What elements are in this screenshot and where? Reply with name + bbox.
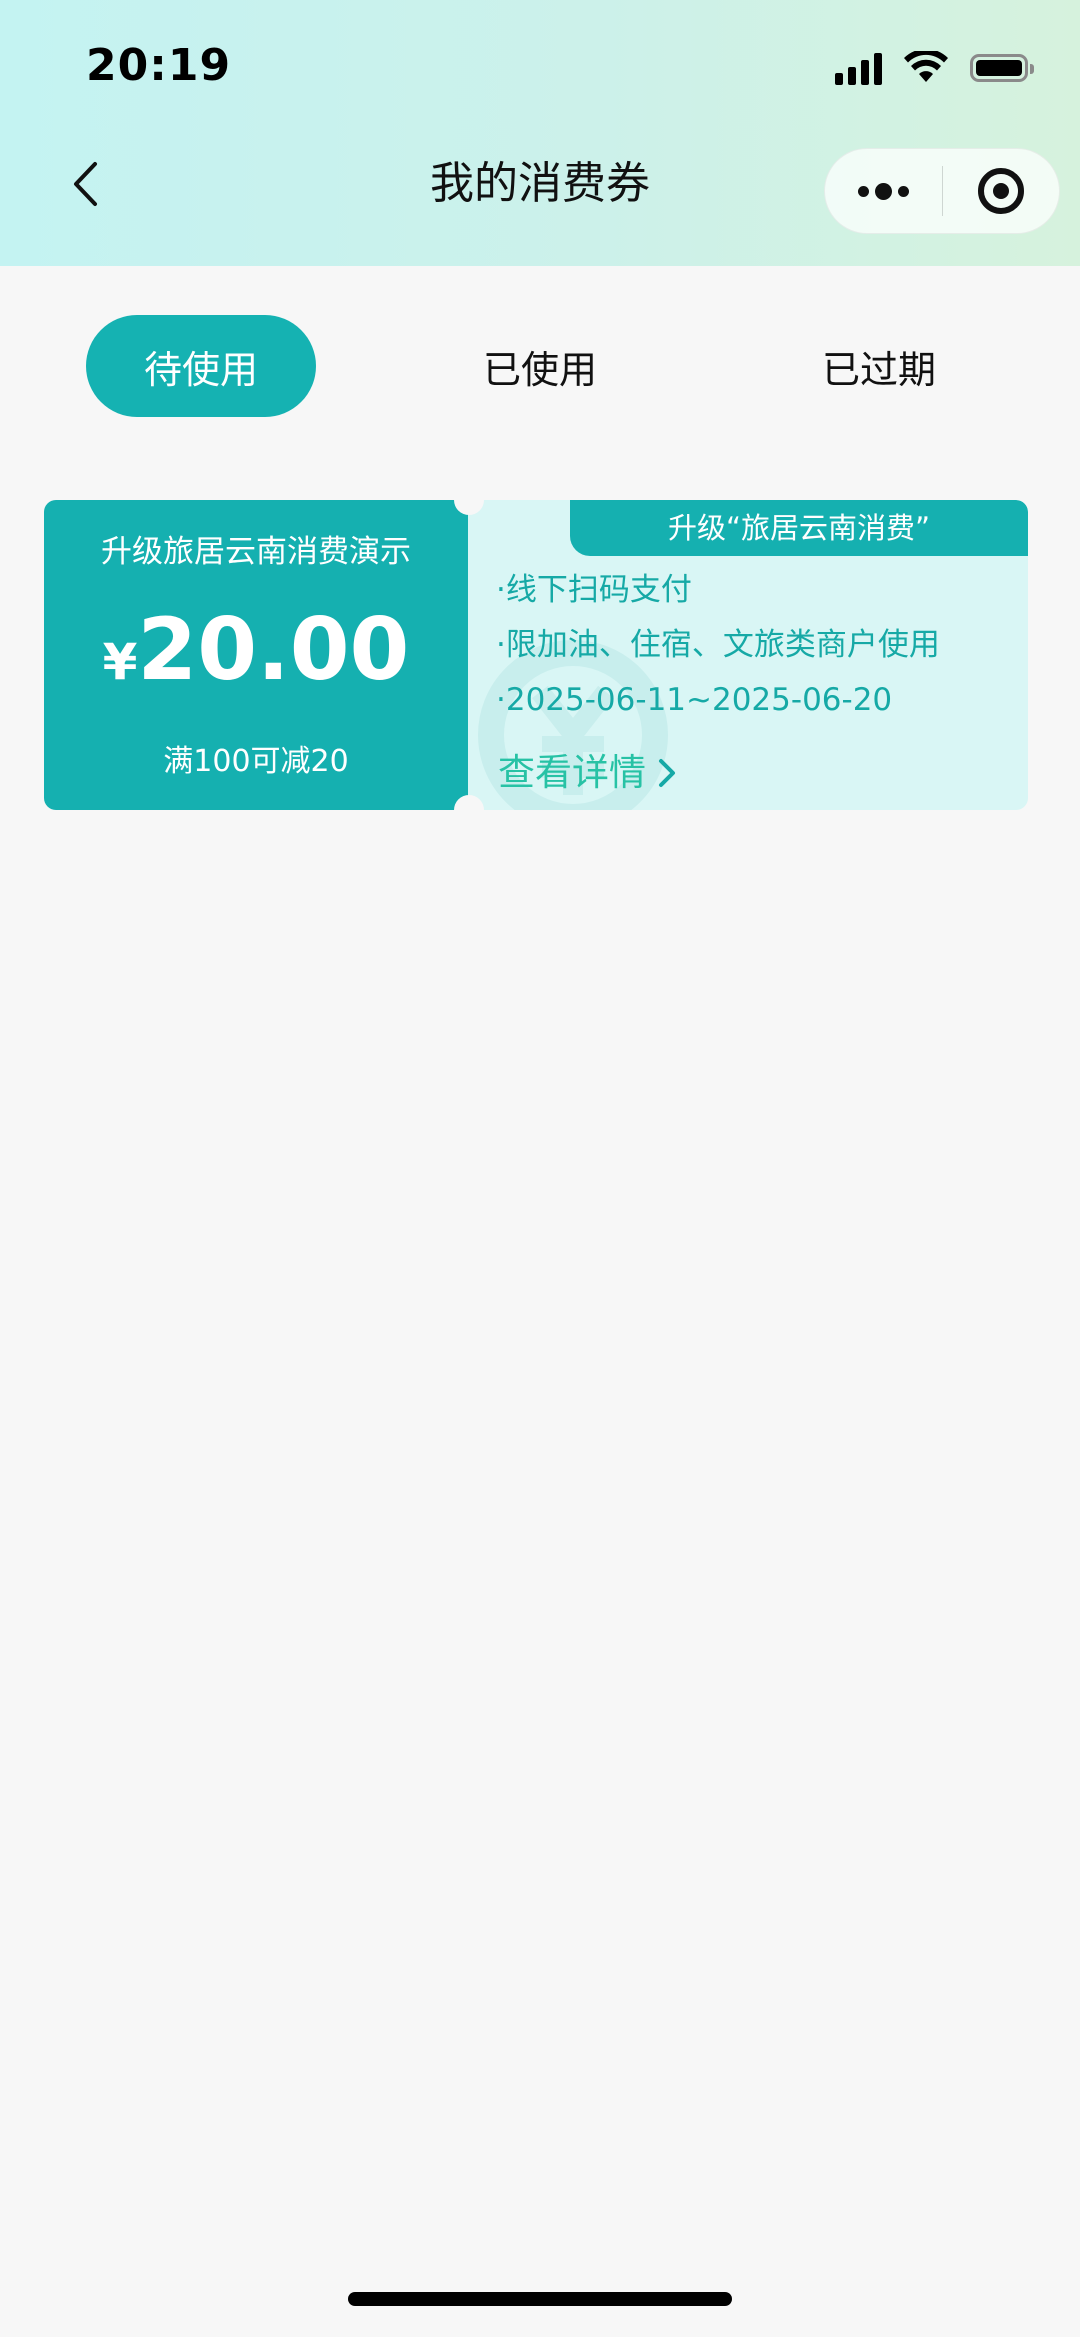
- ticket-notch: [454, 795, 484, 825]
- close-button[interactable]: [943, 148, 1060, 234]
- tab-label: 已过期: [821, 347, 936, 392]
- tab-unused[interactable]: 待使用: [86, 315, 316, 417]
- details-label: 查看详情: [498, 751, 646, 794]
- view-details-link[interactable]: 查看详情: [498, 748, 676, 798]
- ticket-notch: [454, 485, 484, 515]
- home-indicator[interactable]: [348, 2292, 732, 2306]
- chevron-left-icon: [74, 162, 97, 206]
- coupon-amount: ¥20.00: [44, 595, 468, 729]
- mini-program-capsule: [824, 148, 1060, 234]
- coupon-value-panel: 升级旅居云南消费演示 ¥20.00 满100可减20: [44, 500, 468, 810]
- status-icons: [835, 48, 1034, 88]
- coupon-rule: ·限加油、住宿、文旅类商户使用: [496, 627, 940, 663]
- coupon-info-panel: 升级“旅居云南消费” ·线下扫码支付 ·限加油、住宿、文旅类商户使用 ·2025…: [468, 500, 1028, 810]
- coupon-rule: ·线下扫码支付: [496, 572, 692, 608]
- coupon-status-tabs: 待使用 已使用 已过期: [0, 315, 1080, 417]
- coupon-card[interactable]: 升级旅居云南消费演示 ¥20.00 满100可减20 升级“旅居云南消费” ·线…: [44, 485, 1028, 825]
- coupon-rule: ·2025-06-11~2025-06-20: [496, 682, 893, 718]
- top-header: 20:19 我的消费券: [0, 0, 1080, 266]
- battery-icon: [970, 54, 1034, 82]
- tab-expired[interactable]: 已过期: [764, 315, 994, 417]
- back-button[interactable]: [60, 150, 110, 218]
- amount-value: 20.00: [137, 600, 410, 700]
- chevron-right-icon: [659, 759, 675, 787]
- signal-icon: [835, 51, 882, 85]
- tab-label: 待使用: [143, 347, 258, 392]
- coupon-threshold: 满100可减20: [163, 744, 349, 779]
- tab-used[interactable]: 已使用: [425, 315, 655, 417]
- coupon-name: 升级旅居云南消费演示: [101, 534, 411, 570]
- target-close-icon: [977, 168, 1024, 214]
- status-time: 20:19: [86, 40, 232, 91]
- more-button[interactable]: [825, 148, 942, 234]
- coupon-tag: 升级“旅居云南消费”: [570, 500, 1028, 556]
- tab-label: 已使用: [482, 347, 597, 392]
- more-dots-icon: [857, 182, 909, 200]
- currency-symbol: ¥: [102, 633, 138, 691]
- wifi-icon: [904, 51, 948, 82]
